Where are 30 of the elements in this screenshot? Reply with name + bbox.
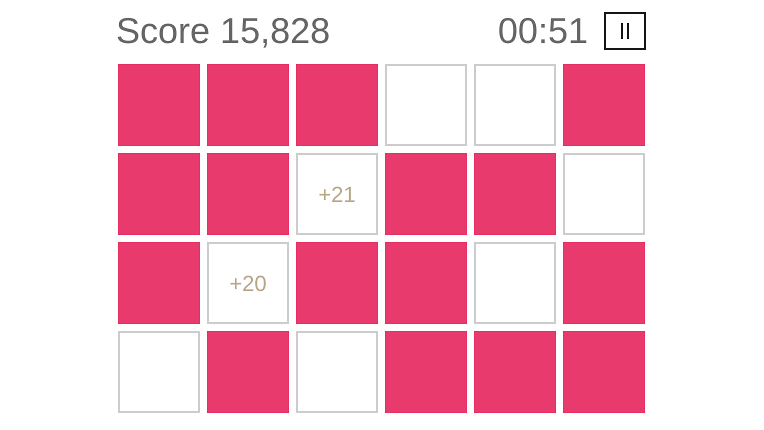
- tile[interactable]: [296, 64, 378, 146]
- tile[interactable]: [296, 331, 378, 413]
- tile[interactable]: [118, 242, 200, 324]
- tile[interactable]: [563, 331, 645, 413]
- points-label: +21: [318, 180, 356, 208]
- tile[interactable]: [474, 331, 556, 413]
- tile[interactable]: [385, 331, 467, 413]
- timer-label: 00:51: [498, 13, 588, 49]
- tile[interactable]: [563, 64, 645, 146]
- tile[interactable]: [474, 153, 556, 235]
- tile[interactable]: +20: [207, 242, 289, 324]
- tile[interactable]: [207, 331, 289, 413]
- tile[interactable]: [474, 64, 556, 146]
- tile[interactable]: [385, 242, 467, 324]
- tile[interactable]: [385, 153, 467, 235]
- tile[interactable]: [563, 153, 645, 235]
- tile[interactable]: [563, 242, 645, 324]
- pause-icon: [620, 23, 630, 39]
- tile[interactable]: [385, 64, 467, 146]
- tile[interactable]: [118, 64, 200, 146]
- pause-button[interactable]: [604, 12, 646, 50]
- tile[interactable]: [296, 242, 378, 324]
- score-label: Score 15,828: [116, 13, 330, 49]
- tile[interactable]: [118, 153, 200, 235]
- tile[interactable]: [207, 153, 289, 235]
- tile[interactable]: [118, 331, 200, 413]
- tile[interactable]: +21: [296, 153, 378, 235]
- tile[interactable]: [207, 64, 289, 146]
- tile[interactable]: [474, 242, 556, 324]
- points-label: +20: [229, 270, 267, 298]
